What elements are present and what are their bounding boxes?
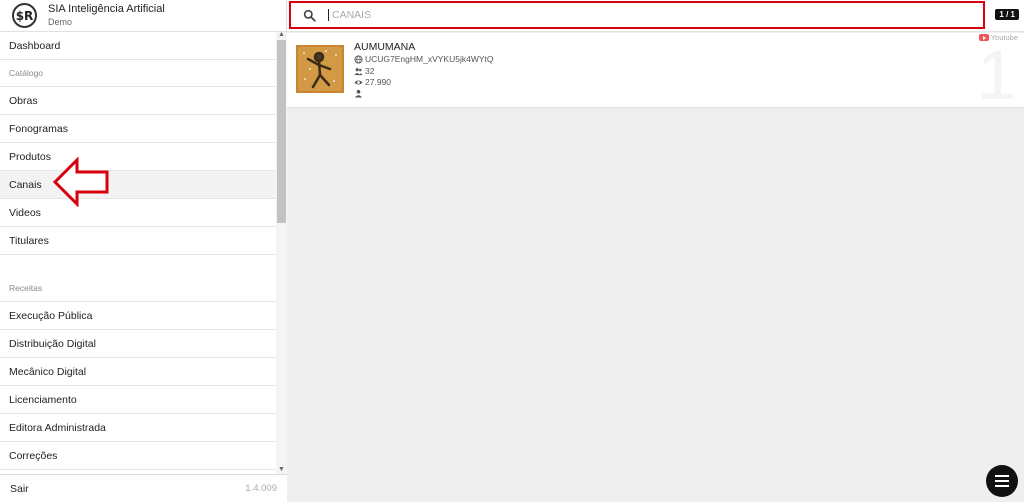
person-icon xyxy=(354,89,363,98)
sidebar-item-fonogramas[interactable]: Fonogramas xyxy=(0,115,276,143)
search-input[interactable] xyxy=(328,9,928,21)
channel-id: UCUG7EngHM_xVYKU5jk4WYtQ xyxy=(365,54,494,64)
sidebar-item-dashboard[interactable]: Dashboard xyxy=(0,32,276,60)
sidebar: $R SIA Inteligência Artificial Demo Dash… xyxy=(0,0,287,502)
owner-row xyxy=(354,89,365,98)
subscribers-row: 32 xyxy=(354,66,374,76)
tenant-name: Demo xyxy=(48,17,73,27)
platform-name: Youtube xyxy=(990,33,1018,42)
sidebar-item-execucao-publica[interactable]: Execução Pública xyxy=(0,302,276,330)
sidebar-item-mecanico-digital[interactable]: Mecânico Digital xyxy=(0,358,276,386)
search-icon xyxy=(303,9,316,22)
sidebar-item-produtos[interactable]: Produtos xyxy=(0,143,276,171)
scrollbar-thumb[interactable] xyxy=(277,40,286,223)
sidebar-section-receitas: Receitas xyxy=(0,275,276,302)
sidebar-item-canais[interactable]: Canais xyxy=(0,171,276,199)
subscriber-count: 32 xyxy=(365,66,375,76)
sidebar-item-titulares[interactable]: Titulares xyxy=(0,227,276,255)
view-count: 27.990 xyxy=(365,77,391,87)
platform-badge: Youtube xyxy=(978,33,1018,42)
eye-icon xyxy=(354,79,363,85)
annotation-arrow xyxy=(53,157,109,207)
sidebar-item-obras[interactable]: Obras xyxy=(0,87,276,115)
app-logo: $R xyxy=(12,3,37,28)
views-row: 27.990 xyxy=(354,77,391,87)
sidebar-section-catalogo: Catálogo xyxy=(0,60,276,87)
sidebar-item-correcoes[interactable]: Correções xyxy=(0,442,276,470)
result-index: 1 xyxy=(977,36,1016,108)
scroll-up-icon[interactable]: ▲ xyxy=(278,31,285,39)
channel-id-row: UCUG7EngHM_xVYKU5jk4WYtQ xyxy=(354,54,493,64)
pagination-badge: 1 / 1 xyxy=(995,9,1019,20)
globe-icon xyxy=(354,54,363,64)
scroll-down-icon[interactable]: ▼ xyxy=(278,466,285,474)
people-icon xyxy=(354,67,363,75)
sidebar-scrollbar[interactable]: ▲ ▼ xyxy=(276,31,287,474)
logout-link[interactable]: Sair xyxy=(10,483,29,495)
channel-card[interactable]: AUMUMANA UCUG7EngHM_xVYKU5jk4WYtQ 32 27.… xyxy=(287,33,1024,108)
search-bar[interactable] xyxy=(289,1,985,29)
sidebar-item-videos[interactable]: Videos xyxy=(0,199,276,227)
youtube-icon xyxy=(978,34,989,41)
channel-thumbnail xyxy=(296,45,344,93)
menu-icon xyxy=(995,475,1009,487)
brand-header: $R SIA Inteligência Artificial Demo xyxy=(0,0,286,32)
sidebar-item-editora-administrada[interactable]: Editora Administrada xyxy=(0,414,276,442)
sidebar-menu: Dashboard Catálogo Obras Fonogramas Prod… xyxy=(0,32,276,474)
app-name: SIA Inteligência Artificial xyxy=(48,3,165,15)
channel-name: AUMUMANA xyxy=(354,41,416,53)
sidebar-item-licenciamento[interactable]: Licenciamento xyxy=(0,386,276,414)
menu-fab[interactable] xyxy=(986,465,1018,497)
topbar: 1 / 1 xyxy=(287,0,1024,32)
sidebar-footer: Sair 1.4.009 xyxy=(0,474,287,502)
app-version: 1.4.009 xyxy=(245,483,277,494)
sidebar-item-distribuicao-digital[interactable]: Distribuição Digital xyxy=(0,330,276,358)
